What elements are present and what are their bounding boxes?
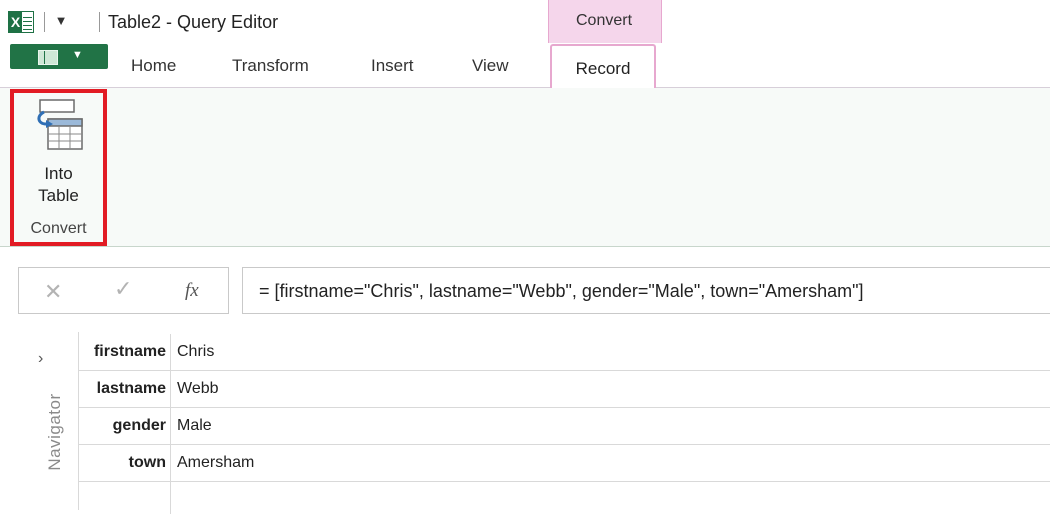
record-field-name: town (79, 445, 171, 481)
title-bar: X ▼ Table2 - Query Editor (0, 0, 1050, 43)
tab-record-label: Record (575, 59, 631, 78)
table-row[interactable]: lastname Webb (79, 371, 1050, 408)
file-menu-icon (38, 50, 58, 65)
record-table: firstname Chris lastname Webb gender Mal… (79, 334, 1050, 514)
excel-icon[interactable]: X (8, 11, 34, 33)
formula-text: = [firstname="Chris", lastname="Webb", g… (259, 281, 864, 301)
tab-home[interactable]: Home (131, 56, 176, 76)
navigator-label: Navigator (45, 393, 64, 471)
tab-insert[interactable]: Insert (371, 56, 414, 76)
cancel-formula-icon[interactable]: ✕ (44, 279, 62, 305)
chevron-down-icon: ▼ (72, 49, 83, 61)
confirm-formula-icon[interactable]: ✓ (114, 276, 132, 302)
chevron-right-icon[interactable]: › (38, 350, 43, 368)
tab-transform[interactable]: Transform (232, 56, 309, 76)
formula-input[interactable]: = [firstname="Chris", lastname="Webb", g… (242, 267, 1050, 314)
record-field-name: gender (79, 408, 171, 444)
record-field-value[interactable]: Webb (177, 371, 219, 407)
record-field-value[interactable]: Chris (177, 334, 214, 370)
navigator-pane[interactable]: › Navigator (28, 332, 78, 510)
key-column-divider (79, 482, 171, 514)
table-row[interactable]: firstname Chris (79, 334, 1050, 371)
record-field-name: firstname (79, 334, 171, 370)
table-empty-area (79, 482, 1050, 514)
record-field-name: lastname (79, 371, 171, 407)
fx-icon[interactable]: fx (185, 280, 199, 302)
title-separator (44, 12, 45, 32)
into-table-label: Into Table (38, 164, 79, 205)
tab-record[interactable]: Record (550, 44, 656, 88)
record-field-value[interactable]: Amersham (177, 445, 254, 481)
ribbon-panel (0, 88, 1050, 247)
customize-qat-icon[interactable]: ▼ (52, 10, 70, 32)
table-row[interactable]: town Amersham (79, 445, 1050, 482)
record-field-value[interactable]: Male (177, 408, 212, 444)
file-menu-button[interactable]: ▼ (10, 44, 108, 69)
title-separator (99, 12, 100, 32)
into-table-icon (37, 99, 83, 150)
window-title: Table2 - Query Editor (108, 12, 279, 32)
convert-group-label: Convert (30, 220, 87, 237)
context-tab-group-label: Convert (575, 12, 633, 29)
table-row[interactable]: gender Male (79, 408, 1050, 445)
into-table-button[interactable]: Into Table (14, 93, 103, 205)
tab-view[interactable]: View (472, 56, 509, 76)
